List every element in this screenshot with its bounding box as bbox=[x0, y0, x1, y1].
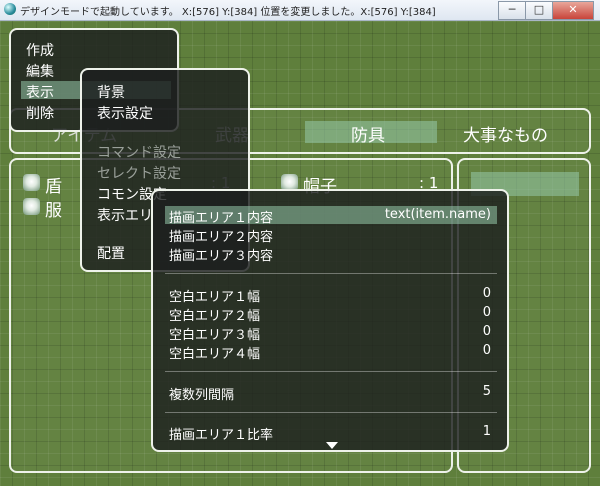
setting-label[interactable]: 描画エリア１内容 bbox=[169, 207, 273, 226]
setting-value: 0 bbox=[482, 286, 491, 301]
section-divider bbox=[165, 273, 497, 274]
game-screen: アイテム 武器 防具 大事なもの 盾 : 1 服 帽子 : 1 作成 編集 表示… bbox=[0, 21, 600, 486]
window-title: デザインモードで起動しています。 X:[576] Y:[384] 位置を変更しま… bbox=[20, 7, 436, 18]
setting-label[interactable]: 空白エリア１幅 bbox=[169, 286, 260, 305]
menu-delete[interactable]: 削除 bbox=[26, 103, 54, 123]
setting-value: 0 bbox=[482, 305, 491, 320]
tab-armor[interactable]: 防具 bbox=[351, 121, 385, 146]
setting-label[interactable]: 描画エリア３内容 bbox=[169, 245, 273, 264]
submenu-display-settings[interactable]: 表示設定 bbox=[97, 103, 153, 123]
maximize-button[interactable]: □ bbox=[525, 1, 553, 20]
item-name[interactable]: 服 bbox=[45, 196, 62, 221]
setting-label[interactable]: 空白エリア４幅 bbox=[169, 343, 260, 362]
window-titlebar: デザインモードで起動しています。 X:[576] Y:[384] 位置を変更しま… bbox=[0, 0, 600, 21]
section-divider bbox=[165, 412, 497, 413]
setting-label[interactable]: 複数列間隔 bbox=[169, 384, 234, 403]
submenu-display-area[interactable]: 表示エリ bbox=[97, 205, 153, 225]
setting-label[interactable]: 空白エリア２幅 bbox=[169, 305, 260, 324]
display-area-settings-window: 描画エリア１内容 text(item.name) 描画エリア２内容 描画エリア３… bbox=[151, 189, 509, 452]
scroll-down-arrow-icon[interactable] bbox=[326, 442, 338, 449]
submenu-command-settings[interactable]: コマンド設定 bbox=[97, 142, 181, 162]
section-divider bbox=[165, 371, 497, 372]
close-button[interactable]: ✕ bbox=[552, 1, 594, 20]
submenu-layout[interactable]: 配置 bbox=[97, 243, 125, 263]
window-controls: ─ □ ✕ bbox=[498, 1, 594, 20]
setting-label[interactable]: 描画エリア２内容 bbox=[169, 226, 273, 245]
shield-icon bbox=[23, 174, 40, 191]
app-icon bbox=[4, 3, 16, 15]
setting-label[interactable]: 描画エリア１比率 bbox=[169, 424, 273, 443]
menu-create[interactable]: 作成 bbox=[26, 40, 54, 60]
tab-key-item[interactable]: 大事なもの bbox=[463, 121, 548, 146]
item-name[interactable]: 盾 bbox=[45, 172, 62, 197]
menu-view[interactable]: 表示 bbox=[26, 82, 54, 102]
submenu-background[interactable]: 背景 bbox=[97, 82, 125, 102]
minimize-button[interactable]: ─ bbox=[498, 1, 526, 20]
menu-edit[interactable]: 編集 bbox=[26, 61, 54, 81]
setting-value: 0 bbox=[482, 343, 491, 358]
setting-value: 5 bbox=[482, 384, 491, 399]
submenu-select-settings[interactable]: セレクト設定 bbox=[97, 163, 181, 183]
setting-value: 1 bbox=[482, 424, 491, 439]
clothes-icon bbox=[23, 198, 40, 215]
setting-label[interactable]: 空白エリア３幅 bbox=[169, 324, 260, 343]
setting-value: text(item.name) bbox=[384, 207, 491, 222]
setting-value: 0 bbox=[482, 324, 491, 339]
